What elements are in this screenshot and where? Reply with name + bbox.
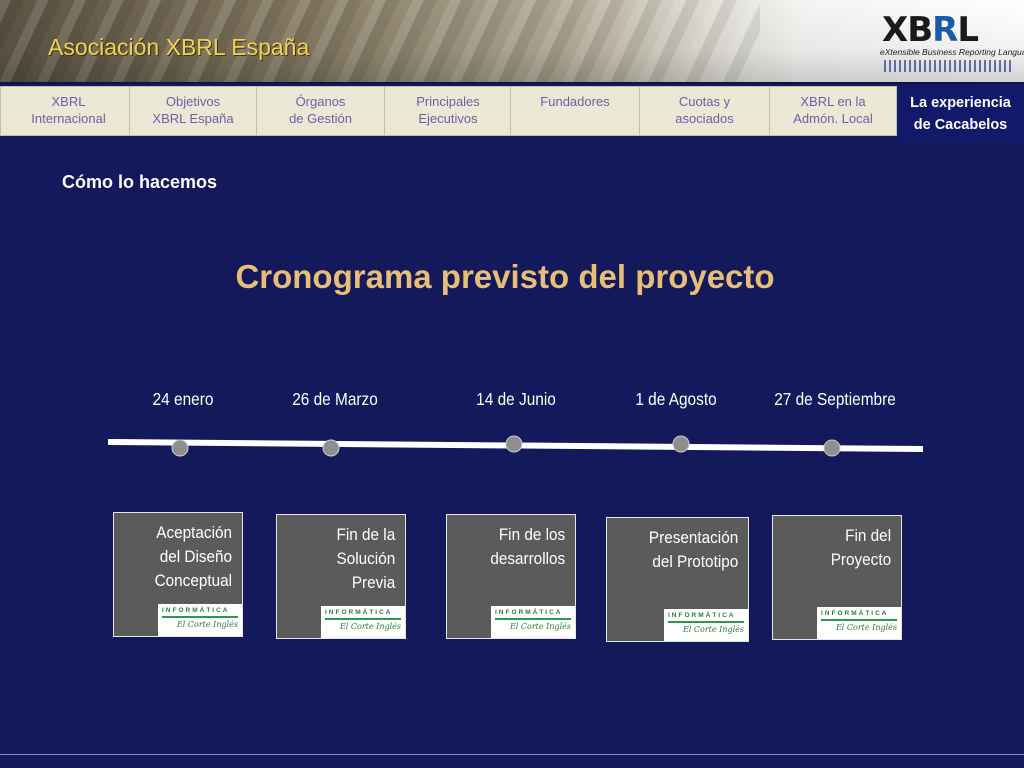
date-label: 27 de Septiembre [774,389,896,409]
timeline-marker [672,435,690,453]
page-title: Cronograma previsto del proyecto [235,258,775,295]
timeline-marker [823,439,841,457]
tab-principales-ejecutivos[interactable]: Principales Ejecutivos [384,86,512,136]
logo-wordmark: XBRL [882,10,979,50]
section-label: Cómo lo hacemos [62,172,218,192]
milestone-label: Presentación del Prototipo [648,528,738,571]
milestone-card: Aceptación del Diseño Conceptual INFORMÁ… [113,512,243,637]
tab-organos-de-gestion[interactable]: Órganos de Gestión [256,86,385,136]
tab-objetivos-xbrl-espana[interactable]: Objetivos XBRL España [129,86,257,136]
tab-fundadores[interactable]: Fundadores [510,86,640,136]
tab-cuotas-y-asociados[interactable]: Cuotas y asociados [639,86,770,136]
informatica-badge: INFORMÁTICA El Corte Inglés [158,604,242,636]
timeline-axis [107,439,924,452]
informatica-badge: INFORMÁTICA El Corte Inglés [817,607,901,639]
timeline-dates: 24 enero 26 de Marzo 14 de Junio 1 de Ag… [0,389,1024,413]
milestone-label: Fin del Proyecto [830,526,891,569]
tab-xbrl-internacional[interactable]: XBRL Internacional [0,86,137,136]
timeline-marker [505,435,523,453]
informatica-badge: INFORMÁTICA El Corte Inglés [321,606,405,638]
nav-tabs: XBRL Internacional Objetivos XBRL España… [0,86,897,138]
tab-xbrl-admon-local[interactable]: XBRL en la Admón. Local [769,86,897,136]
tab-experiencia-cacabelos[interactable]: La experiencia de Cacabelos [897,86,1024,143]
site-title: Asociación XBRL España [48,34,310,60]
date-label: 26 de Marzo [292,389,378,409]
xbrl-logo: XBRL eXtensible Business Reporting Langu… [880,10,1024,74]
milestone-card: Fin del Proyecto INFORMÁTICA El Corte In… [772,515,902,640]
date-label: 1 de Agosto [635,389,717,409]
footer-divider [0,754,1024,755]
date-label: 24 enero [152,389,214,409]
timeline-marker [322,439,340,457]
milestone-card: Fin de la Solución Previa INFORMÁTICA El… [276,514,406,639]
informatica-badge: INFORMÁTICA El Corte Inglés [664,609,748,641]
milestone-label: Aceptación del Diseño Conceptual [154,523,232,590]
logo-tagline: eXtensible Business Reporting Language [880,47,1024,57]
timeline-marker [171,439,189,457]
milestone-label: Fin de los desarrollos [490,525,565,568]
milestone-card: Presentación del Prototipo INFORMÁTICA E… [606,517,749,642]
milestone-label: Fin de la Solución Previa [336,525,395,592]
milestone-card: Fin de los desarrollos INFORMÁTICA El Co… [446,514,576,639]
logo-bars [884,60,1014,72]
informatica-badge: INFORMÁTICA El Corte Inglés [491,606,575,638]
header-banner: Asociación XBRL España XBRL eXtensible B… [0,0,1024,84]
date-label: 14 de Junio [476,389,556,409]
